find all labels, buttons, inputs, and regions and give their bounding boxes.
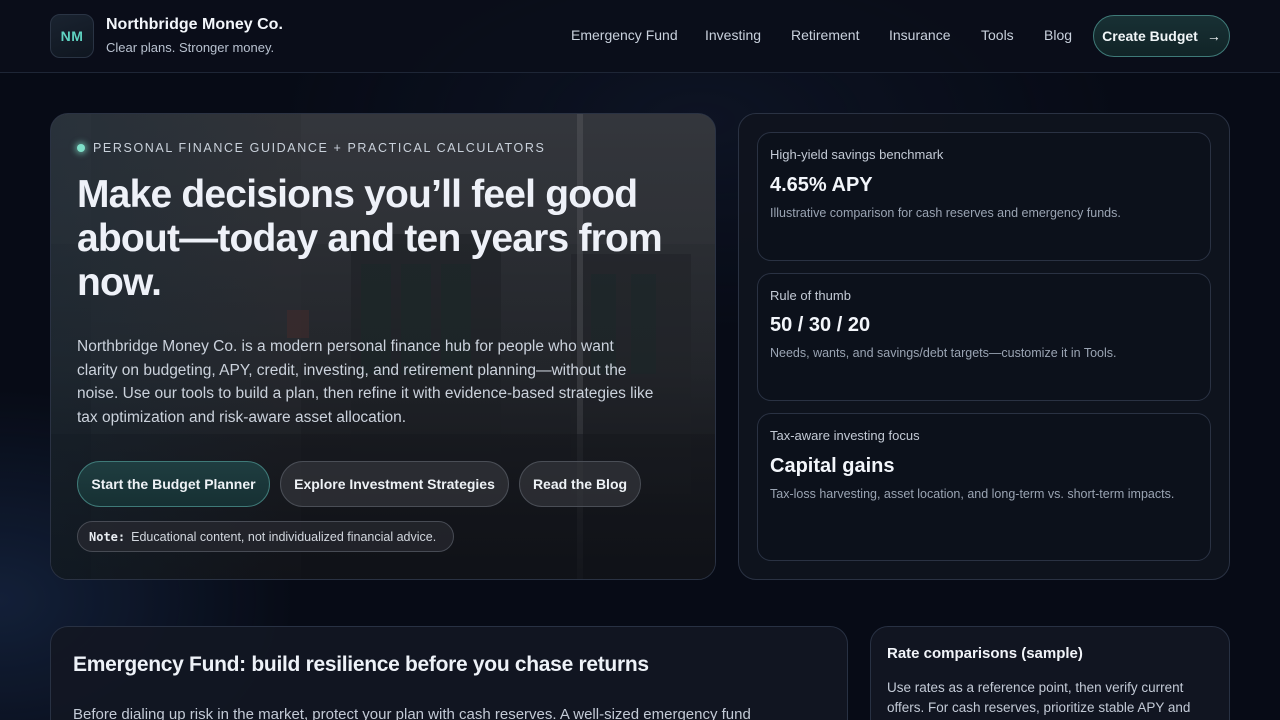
- stat-value: 4.65% APY: [770, 174, 873, 196]
- create-budget-label: Create Budget: [1102, 28, 1198, 44]
- brand-name[interactable]: Northbridge Money Co.: [106, 16, 283, 34]
- stat-card-rule-of-thumb: Rule of thumb 50 / 30 / 20 Needs, wants,…: [757, 273, 1211, 401]
- hero-eyebrow-text: PERSONAL FINANCE GUIDANCE + PRACTICAL CA…: [93, 141, 546, 155]
- nav-link-emergency-fund[interactable]: Emergency Fund: [571, 27, 678, 43]
- hero-description: Northbridge Money Co. is a modern person…: [77, 338, 654, 426]
- rate-comparisons-title: Rate comparisons (sample): [887, 645, 1083, 662]
- rate-comparisons-text: Use rates as a reference point, then ver…: [887, 680, 1191, 715]
- disclaimer-note-label: Note:: [89, 529, 126, 544]
- nav-link-investing[interactable]: Investing: [705, 27, 761, 43]
- start-budget-planner-button[interactable]: Start the Budget Planner: [77, 461, 270, 507]
- disclaimer-note-text: Educational content, not individualized …: [131, 529, 437, 544]
- hero-eyebrow: PERSONAL FINANCE GUIDANCE + PRACTICAL CA…: [77, 141, 545, 155]
- emergency-fund-title: Emergency Fund: build resilience before …: [73, 653, 649, 676]
- stat-value: Capital gains: [770, 455, 895, 477]
- disclaimer-note: Note: Educational content, not individua…: [77, 521, 454, 552]
- status-dot-icon: [77, 144, 85, 152]
- stat-description: Tax-loss harvesting, asset location, and…: [770, 487, 1175, 501]
- hero-headline: Make decisions you’ll feel good about—to…: [77, 173, 663, 304]
- nav-link-tools[interactable]: Tools: [981, 27, 1014, 43]
- create-budget-button[interactable]: Create Budget →: [1093, 15, 1230, 57]
- stat-description: Needs, wants, and savings/debt targets—c…: [770, 346, 1117, 360]
- stat-card-savings: High-yield savings benchmark 4.65% APY I…: [757, 132, 1211, 261]
- nav-link-retirement[interactable]: Retirement: [791, 27, 859, 43]
- stat-description: Illustrative comparison for cash reserve…: [770, 206, 1121, 220]
- brand-tagline: Clear plans. Stronger money.: [106, 40, 275, 55]
- stat-value: 50 / 30 / 20: [770, 314, 871, 336]
- stat-label: High-yield savings benchmark: [770, 147, 944, 162]
- read-the-blog-button[interactable]: Read the Blog: [519, 461, 641, 507]
- stat-card-tax-investing: Tax-aware investing focus Capital gains …: [757, 413, 1211, 561]
- stat-label: Rule of thumb: [770, 288, 851, 303]
- stat-label: Tax-aware investing focus: [770, 428, 920, 443]
- arrow-right-icon: →: [1206, 28, 1221, 44]
- explore-investment-strategies-button[interactable]: Explore Investment Strategies: [280, 461, 509, 507]
- emergency-fund-text: Before dialing up risk in the market, pr…: [73, 706, 751, 720]
- nav-link-insurance[interactable]: Insurance: [889, 27, 950, 43]
- brand-logo[interactable]: NM: [50, 14, 94, 58]
- nav-link-blog[interactable]: Blog: [1044, 27, 1072, 43]
